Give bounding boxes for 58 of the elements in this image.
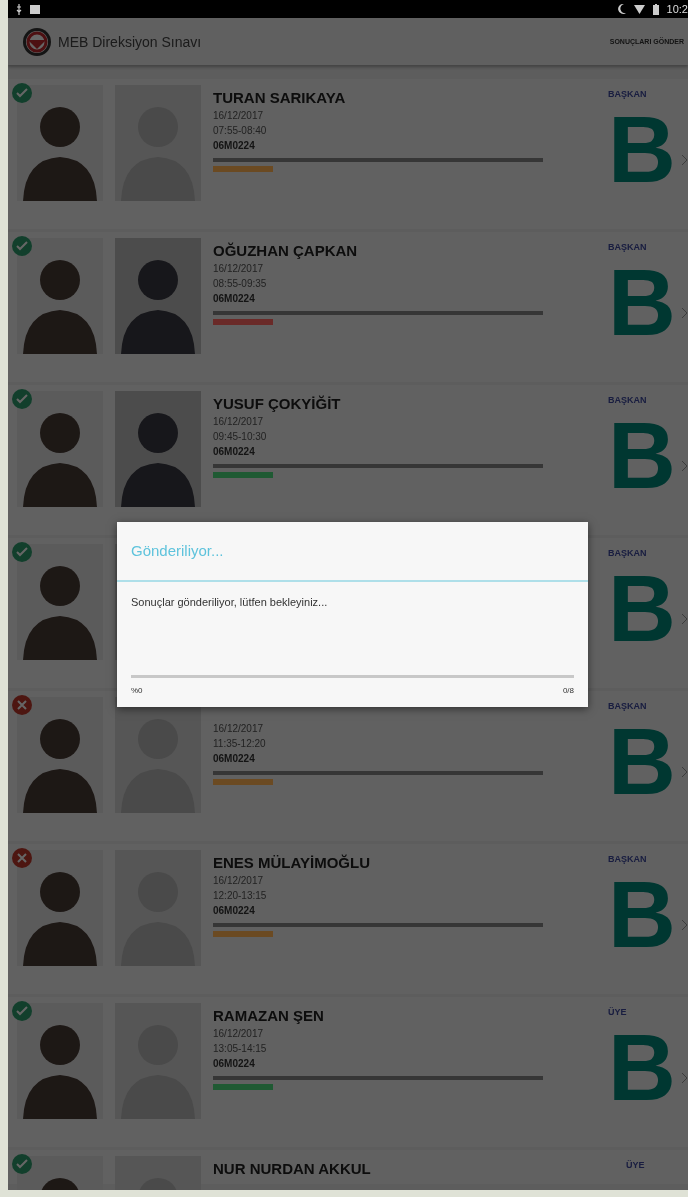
role-label: ÜYE <box>608 1007 628 1017</box>
exam-time: 07:55-08:40 <box>213 125 268 136</box>
chevron-icon <box>682 461 687 471</box>
candidate-name: RAMAZAN ŞEN <box>213 1007 325 1024</box>
exam-date: 16/12/2017 <box>213 416 265 427</box>
candidate-name: NUR NURDAN AKKUL <box>213 1160 372 1177</box>
exam-time: 08:55-09:35 <box>213 278 268 289</box>
role-label: BAŞKAN <box>608 242 648 252</box>
exam-time: 11:35-12:20 <box>213 738 267 749</box>
candidate-code: 06M0224 <box>213 905 256 916</box>
moon-icon <box>617 4 626 14</box>
exam-date: 16/12/2017 <box>213 263 265 274</box>
clock: 10:2 <box>666 3 688 15</box>
chevron-icon <box>682 155 687 165</box>
chevron-icon <box>682 308 687 318</box>
role-label: BAŞKAN <box>608 89 648 99</box>
candidate-code: 06M0224 <box>213 1058 256 1069</box>
battery-icon <box>652 3 659 15</box>
license-class: B <box>608 256 670 350</box>
role-label: BAŞKAN <box>608 548 648 558</box>
license-class: B <box>608 103 670 197</box>
exam-time: 13:05-14:15 <box>213 1043 268 1054</box>
app-title: MEB Direksiyon Sınavı <box>58 33 203 50</box>
chevron-icon <box>682 1073 687 1083</box>
exam-time: 12:20-13:15 <box>213 890 268 901</box>
candidate-code: 06M0224 <box>213 140 256 151</box>
license-class: B <box>608 409 670 503</box>
role-label: BAŞKAN <box>608 701 648 711</box>
license-class: B <box>608 562 670 656</box>
exam-time: 09:45-10:30 <box>213 431 268 442</box>
candidate-name: OĞUZHAN ÇAPKAN <box>213 242 359 259</box>
progress-percent: %0 <box>131 686 143 695</box>
candidate-code: 06M0224 <box>213 293 256 304</box>
candidate-name: ENES MÜLAYİMOĞLU <box>213 854 371 871</box>
role-label: ÜYE <box>626 1160 646 1170</box>
role-label: BAŞKAN <box>608 854 648 864</box>
license-class: B <box>608 868 670 962</box>
dialog-message: Sonuçlar gönderiliyor, lütfen bekleyiniz... <box>130 595 329 610</box>
progress-count: 0/8 <box>562 686 574 695</box>
chevron-icon <box>682 920 687 930</box>
exam-date: 16/12/2017 <box>213 875 265 886</box>
exam-date: 16/12/2017 <box>213 723 265 734</box>
dialog-title: Gönderiliyor... <box>130 541 225 561</box>
chevron-icon <box>682 767 687 777</box>
candidate-code: 06M0224 <box>213 446 256 457</box>
license-class: B <box>608 1021 670 1115</box>
exam-date: 16/12/2017 <box>213 110 265 121</box>
role-label: BAŞKAN <box>608 395 648 405</box>
exam-date: 16/12/2017 <box>213 1028 265 1039</box>
steering-wheel-logo-icon <box>22 26 52 57</box>
candidate-name: TURAN SARIKAYA <box>213 89 347 106</box>
license-class: B <box>608 715 670 809</box>
usb-icon <box>16 3 22 15</box>
candidate-code: 06M0224 <box>213 753 256 764</box>
chevron-icon <box>682 614 687 624</box>
wifi-icon <box>633 4 645 14</box>
image-icon <box>30 4 40 14</box>
candidate-name: YUSUF ÇOKYİĞİT <box>213 395 342 412</box>
